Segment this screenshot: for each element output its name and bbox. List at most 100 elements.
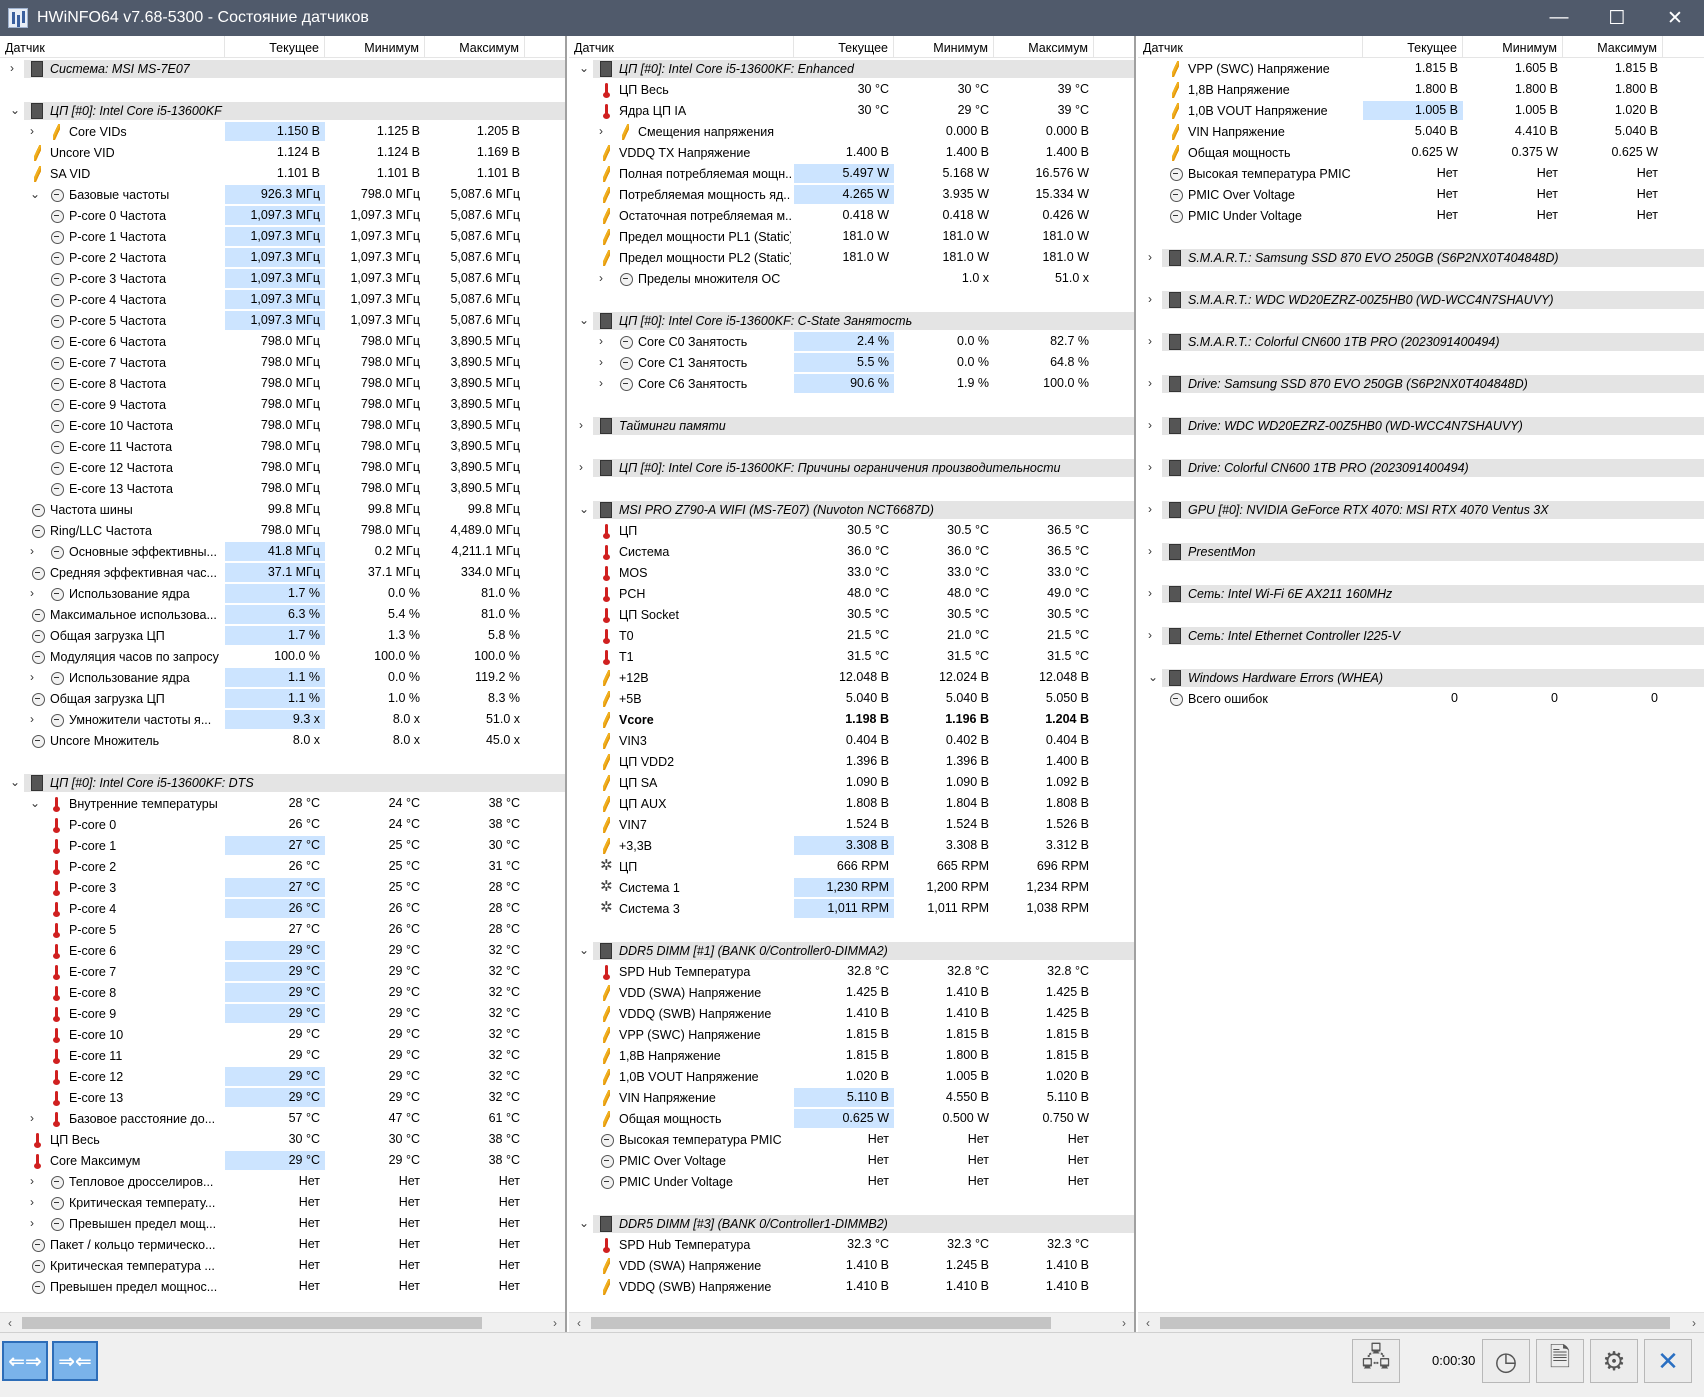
sensor-group-header[interactable]: › ЦП [#0]: Intel Core i5-13600KF: Причины… — [569, 457, 1134, 478]
sensor-row[interactable]: › Core C0 Занятость 2.4 % 0.0 % 82.7 % — [569, 331, 1134, 352]
sensor-group-header[interactable]: ⌄ ЦП [#0]: Intel Core i5-13600KF — [0, 100, 565, 121]
sensor-row[interactable]: ⌄ Базовые частоты 926.3 МГц 798.0 МГц 5,087.… — [0, 184, 565, 205]
close-button[interactable]: ✕ — [1646, 0, 1704, 36]
sensor-row[interactable]: PCH 48.0 °C 48.0 °C 49.0 °C — [569, 583, 1134, 604]
maximize-button[interactable]: ☐ — [1588, 0, 1646, 36]
sensor-row[interactable]: Полная потребляемая мощн... 5.497 W 5.168 … — [569, 163, 1134, 184]
expand-toggle-icon[interactable]: › — [599, 377, 610, 389]
sensor-row[interactable]: Модуляция часов по запросу 100.0 % 100.0 %… — [0, 646, 565, 667]
sensor-group-header[interactable]: › PresentMon — [1138, 541, 1704, 562]
expand-toggle-icon[interactable]: › — [30, 1217, 41, 1229]
sensor-row[interactable]: E-core 9 29 °C 29 °C 32 °C — [0, 1003, 565, 1024]
expand-toggle-icon[interactable]: › — [30, 1196, 41, 1208]
sensor-row[interactable]: E-core 6 Частота 798.0 МГц 798.0 МГц 3,890.… — [0, 331, 565, 352]
sensor-group-header[interactable]: ⌄ ЦП [#0]: Intel Core i5-13600KF: C-State… — [569, 310, 1134, 331]
scroll-right-icon[interactable]: › — [1684, 1313, 1704, 1332]
sensor-row[interactable]: +12B 12.048 В 12.024 В 12.048 В — [569, 667, 1134, 688]
sensor-row[interactable]: ⌄ Внутренние температуры 28 °C 24 °C 38 °C — [0, 793, 565, 814]
sensor-row[interactable]: Общая загрузка ЦП 1.1 % 1.0 % 8.3 % — [0, 688, 565, 709]
sensor-row[interactable]: E-core 11 29 °C 29 °C 32 °C — [0, 1045, 565, 1066]
sensor-row[interactable]: › Превышен предел мощ... Нет Нет Нет — [0, 1213, 565, 1234]
expand-toggle-icon[interactable]: ⌄ — [579, 1217, 590, 1229]
expand-toggle-icon[interactable]: ⌄ — [579, 314, 590, 326]
sensor-group-header[interactable]: ⌄ MSI PRO Z790-A WIFI (MS-7E07) (Nuvoton … — [569, 499, 1134, 520]
sensor-row[interactable]: PMIC Over Voltage Нет Нет Нет — [1138, 184, 1704, 205]
column-min[interactable]: Минимум — [894, 36, 994, 58]
sensor-row[interactable]: ЦП SA 1.090 В 1.090 В 1.092 В — [569, 772, 1134, 793]
collapse-columns-button[interactable]: ⇒⇐ — [52, 1341, 98, 1381]
column-max[interactable]: Максимум — [425, 36, 525, 58]
sensor-row[interactable]: Система 1 1,230 RPM 1,200 RPM 1,234 RPM — [569, 877, 1134, 898]
scroll-right-icon[interactable]: › — [1114, 1313, 1134, 1332]
sensor-row[interactable]: P-core 0 Частота 1,097.3 МГц 1,097.3 МГц 5,… — [0, 205, 565, 226]
expand-toggle-icon[interactable]: › — [599, 125, 610, 137]
column-current[interactable]: Текущее — [1363, 36, 1463, 58]
sensor-row[interactable]: Общая мощность 0.625 W 0.375 W 0.625 W — [1138, 142, 1704, 163]
sensor-row[interactable]: Vcore 1.198 В 1.196 В 1.204 В — [569, 709, 1134, 730]
sensor-row[interactable]: VPP (SWC) Напряжение 1.815 В 1.605 В 1.815 … — [1138, 58, 1704, 79]
sensor-row[interactable]: › Основные эффективны... 41.8 МГц 0.2 МГц 4,… — [0, 541, 565, 562]
expand-toggle-icon[interactable]: › — [10, 62, 21, 74]
sensor-group-header[interactable]: › Сеть: Intel Wi-Fi 6E AX211 160MHz — [1138, 583, 1704, 604]
sensor-row[interactable]: VDD (SWA) Напряжение 1.425 В 1.410 В 1.425 … — [569, 982, 1134, 1003]
scroll-left-icon[interactable]: ‹ — [1138, 1313, 1158, 1332]
sensor-row[interactable]: +3,3В 3.308 В 3.308 В 3.312 В — [569, 835, 1134, 856]
sensor-row[interactable]: VDDQ (SWB) Напряжение 1.410 В 1.410 В 1.410… — [569, 1276, 1134, 1297]
sensor-row[interactable]: Ядра ЦП IA 30 °C 29 °C 39 °C — [569, 100, 1134, 121]
sensor-row[interactable]: ЦП Весь 30 °C 30 °C 38 °C — [0, 1129, 565, 1150]
column-sensor[interactable]: Датчик — [1138, 36, 1363, 58]
horizontal-scrollbar[interactable]: ‹ › — [1138, 1312, 1704, 1332]
sensor-row[interactable]: Uncore VID 1.124 В 1.124 В 1.169 В — [0, 142, 565, 163]
sensor-row[interactable]: ЦП Socket 30.5 °C 30.5 °C 30.5 °C — [569, 604, 1134, 625]
sensor-group-header[interactable]: › Система: MSI MS-7E07 — [0, 58, 565, 79]
sensor-row[interactable]: › Базовое расстояние до... 57 °C 47 °C 61 °C — [0, 1108, 565, 1129]
sensor-group-header[interactable]: ⌄ DDR5 DIMM [#1] (BANK 0/Controller0-DIMM… — [569, 940, 1134, 961]
sensor-row[interactable]: T1 31.5 °C 31.5 °C 31.5 °C — [569, 646, 1134, 667]
sensor-row[interactable]: Частота шины 99.8 МГц 99.8 МГц 99.8 МГц — [0, 499, 565, 520]
sensor-row[interactable]: Ring/LLC Частота 798.0 МГц 798.0 МГц 4,489.… — [0, 520, 565, 541]
sensor-row[interactable]: 1,8В Напряжение 1.815 В 1.800 В 1.815 В — [569, 1045, 1134, 1066]
expand-toggle-icon[interactable]: › — [1148, 377, 1159, 389]
sensor-row[interactable]: ЦП VDD2 1.396 В 1.396 В 1.400 В — [569, 751, 1134, 772]
sensor-row[interactable]: VDDQ (SWB) Напряжение 1.410 В 1.410 В 1.425… — [569, 1003, 1134, 1024]
expand-toggle-icon[interactable]: › — [1148, 545, 1159, 557]
sensor-row[interactable]: Высокая температура PMIC Нет Нет Нет — [1138, 163, 1704, 184]
column-sensor[interactable]: Датчик — [0, 36, 225, 58]
settings-button[interactable]: ⚙ — [1590, 1339, 1638, 1383]
expand-toggle-icon[interactable]: ⌄ — [1148, 671, 1159, 683]
sensor-row[interactable]: 1,0В VOUT Напряжение 1.005 В 1.005 В 1.020 … — [1138, 100, 1704, 121]
sensor-row[interactable]: E-core 6 29 °C 29 °C 32 °C — [0, 940, 565, 961]
sensor-group-header[interactable]: ⌄ ЦП [#0]: Intel Core i5-13600KF: Enhance… — [569, 58, 1134, 79]
sensor-group-header[interactable]: › S.M.A.R.T.: Samsung SSD 870 EVO 250GB (… — [1138, 247, 1704, 268]
sensor-row[interactable]: P-core 1 Частота 1,097.3 МГц 1,097.3 МГц 5,… — [0, 226, 565, 247]
expand-toggle-icon[interactable]: › — [30, 671, 41, 683]
network-monitor-button[interactable]: 🖧 — [1352, 1339, 1400, 1383]
expand-toggle-icon[interactable]: › — [1148, 419, 1159, 431]
sensor-row[interactable]: Система 3 1,011 RPM 1,011 RPM 1,038 RPM — [569, 898, 1134, 919]
expand-toggle-icon[interactable]: ⌄ — [10, 104, 21, 116]
sensor-row[interactable]: P-core 4 26 °C 26 °C 28 °C — [0, 898, 565, 919]
sensor-row[interactable]: P-core 2 26 °C 25 °C 31 °C — [0, 856, 565, 877]
sensor-row[interactable]: E-core 10 Частота 798.0 МГц 798.0 МГц 3,890… — [0, 415, 565, 436]
column-max[interactable]: Максимум — [994, 36, 1094, 58]
sensor-row[interactable]: P-core 3 Частота 1,097.3 МГц 1,097.3 МГц 5,… — [0, 268, 565, 289]
sensor-row[interactable]: VDD (SWA) Напряжение 1.410 В 1.245 В 1.410 … — [569, 1255, 1134, 1276]
sensor-row[interactable]: Предел мощности PL1 (Static) 181.0 W 181.0… — [569, 226, 1134, 247]
expand-toggle-icon[interactable]: › — [30, 125, 41, 137]
sensor-row[interactable]: › Умножители частоты я... 9.3 x 8.0 x 51.0 x — [0, 709, 565, 730]
sensor-row[interactable]: › Core C1 Занятость 5.5 % 0.0 % 64.8 % — [569, 352, 1134, 373]
sensor-row[interactable]: › Тепловое дросселиров... Нет Нет Нет — [0, 1171, 565, 1192]
sensor-row[interactable]: T0 21.5 °C 21.0 °C 21.5 °C — [569, 625, 1134, 646]
sensor-row[interactable]: E-core 12 Частота 798.0 МГц 798.0 МГц 3,890… — [0, 457, 565, 478]
scroll-thumb[interactable] — [1160, 1317, 1670, 1329]
sensor-row[interactable]: Система 36.0 °C 36.0 °C 36.5 °C — [569, 541, 1134, 562]
expand-toggle-icon[interactable]: ⌄ — [30, 188, 41, 200]
expand-toggle-icon[interactable]: › — [599, 272, 610, 284]
expand-toggle-icon[interactable]: › — [1148, 335, 1159, 347]
sensor-row[interactable]: E-core 12 29 °C 29 °C 32 °C — [0, 1066, 565, 1087]
expand-toggle-icon[interactable]: › — [1148, 587, 1159, 599]
sensor-row[interactable]: Превышен предел мощнос... Нет Нет Нет — [0, 1276, 565, 1297]
sensor-row[interactable]: Предел мощности PL2 (Static) 181.0 W 181.0… — [569, 247, 1134, 268]
sensor-row[interactable]: ЦП 30.5 °C 30.5 °C 36.5 °C — [569, 520, 1134, 541]
scroll-thumb[interactable] — [22, 1317, 482, 1329]
